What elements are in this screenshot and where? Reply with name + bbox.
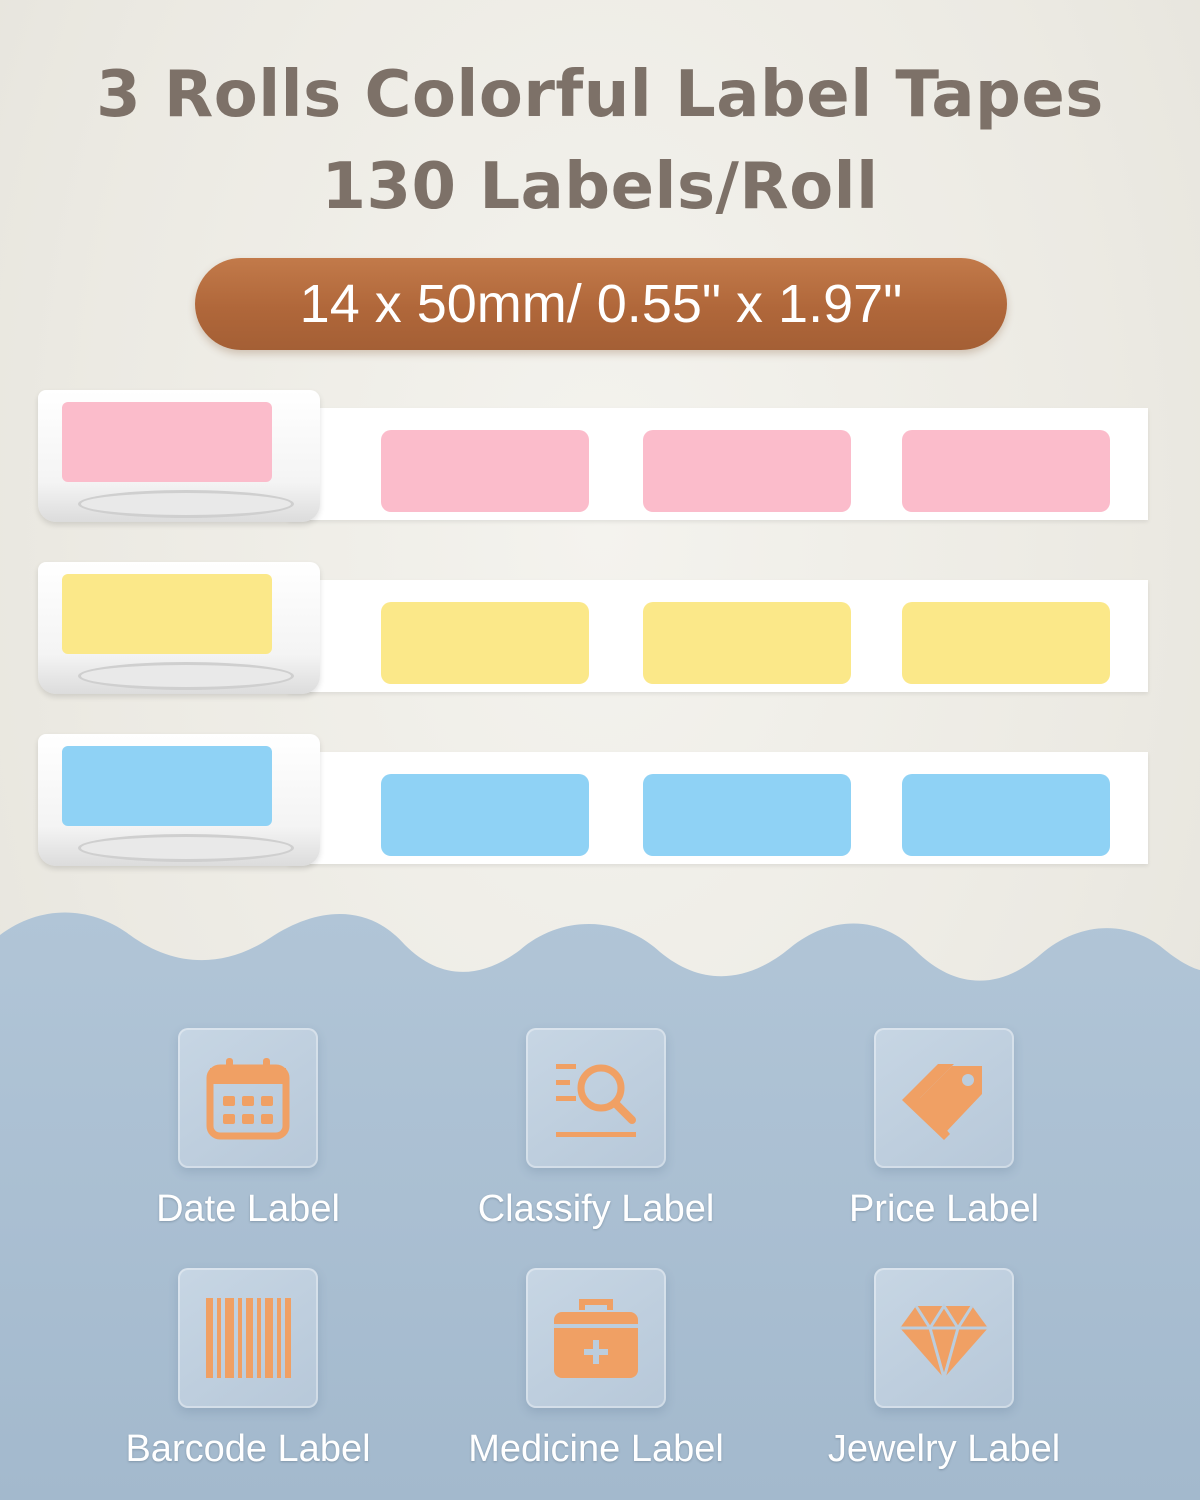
use-medicine-label: Medicine Label	[436, 1268, 756, 1471]
use-tile	[874, 1268, 1014, 1408]
use-barcode-label: Barcode Label	[88, 1268, 408, 1471]
use-cases: Date Label Classify Label Price Label Ba…	[0, 1000, 1200, 1500]
diamond-icon	[900, 1303, 988, 1384]
use-tile	[874, 1028, 1014, 1168]
price-tag-icon	[902, 1064, 982, 1140]
use-caption: Medicine Label	[468, 1428, 724, 1470]
search-list-icon	[556, 1064, 636, 1137]
medicine-kit-icon	[554, 1299, 638, 1378]
use-caption: Jewelry Label	[827, 1428, 1061, 1470]
use-caption: Date Label	[156, 1188, 340, 1230]
use-tile	[178, 1028, 318, 1168]
use-caption: Barcode Label	[125, 1428, 371, 1470]
use-caption: Classify Label	[477, 1188, 715, 1230]
use-jewelry-label: Jewelry Label	[784, 1268, 1104, 1471]
barcode-icon	[206, 1298, 291, 1378]
use-date-label: Date Label	[88, 1028, 408, 1231]
use-tile	[178, 1268, 318, 1408]
use-tile	[526, 1268, 666, 1408]
use-tile	[526, 1028, 666, 1168]
use-classify-label: Classify Label	[436, 1028, 756, 1231]
use-price-label: Price Label	[784, 1028, 1104, 1231]
calendar-icon	[206, 1058, 290, 1140]
use-caption: Price Label	[848, 1188, 1040, 1230]
